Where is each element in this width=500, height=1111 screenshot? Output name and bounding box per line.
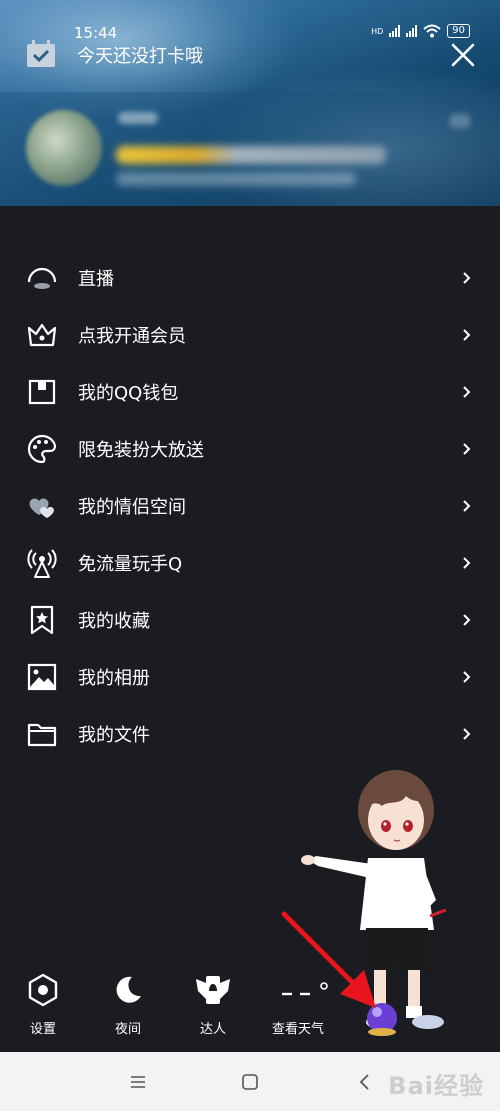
weather-dashes-icon [282,982,328,996]
weather-label: 查看天气 [271,1022,324,1037]
menu-label: 限免装扮大放送 [78,439,204,461]
menu-item-couple[interactable]: 我的情侣空间 [0,477,500,534]
signal-tower-icon [26,547,58,579]
chevron-right-icon [463,442,471,455]
menu-item-wallet[interactable]: 我的QQ钱包 [0,363,500,420]
menu-label: 我的文件 [78,724,150,746]
weather-button[interactable]: 查看天气 [263,970,333,1037]
blurred-nickname [118,112,158,124]
menu-item-freedata[interactable]: 免流量玩手Q [0,534,500,591]
menu-item-album[interactable]: 我的相册 [0,648,500,705]
live-icon [26,262,58,294]
photo-icon [26,661,58,693]
menu-item-dressup[interactable]: 限免装扮大放送 [0,420,500,477]
status-time: 15:44 [74,24,118,42]
menu-item-favorites[interactable]: 我的收藏 [0,591,500,648]
settings-button[interactable]: 设置 [8,970,78,1037]
moon-icon [116,976,141,1003]
wifi-icon [423,24,441,38]
menu-nav-button[interactable] [126,1070,150,1094]
chevron-right-icon [463,727,471,740]
calendar-check-icon[interactable] [26,40,56,68]
settings-label: 设置 [29,1022,56,1037]
battery-icon: 90 [447,24,470,38]
signal-icon [389,25,401,37]
system-nav-bar: Bai经验 [0,1052,500,1111]
baidu-watermark: Bai经验 [388,1072,484,1100]
hamburger-icon [131,1076,145,1088]
chevron-right-icon [463,556,471,569]
menu-label: 我的QQ钱包 [78,382,179,404]
wallet-icon [26,376,58,408]
drawer-menu: 直播 点我开通会员 我的QQ钱包 限免装扮大放送 我的情侣空间 免流量玩手Q 我… [0,249,500,762]
back-nav-button[interactable] [352,1070,376,1094]
daren-button[interactable]: 达人 [178,970,248,1037]
chevron-right-icon [463,271,471,284]
menu-label: 点我开通会员 [78,325,186,347]
menu-item-live[interactable]: 直播 [0,249,500,306]
menu-label: 我的相册 [78,667,150,689]
menu-item-files[interactable]: 我的文件 [0,705,500,762]
night-label: 夜间 [114,1022,141,1037]
palette-icon [26,433,58,465]
menu-label: 我的情侣空间 [78,496,186,518]
signal-icon-2 [406,25,418,37]
daren-label: 达人 [199,1022,226,1037]
blurred-qr [450,114,470,128]
chevron-right-icon [463,670,471,683]
menu-label: 免流量玩手Q [78,553,183,575]
close-icon[interactable] [450,42,476,68]
hd-label: HD [371,26,384,36]
blurred-badges [116,146,386,164]
chevron-right-icon [463,499,471,512]
home-nav-button[interactable] [238,1070,262,1094]
square-home-icon [242,1074,258,1090]
chevron-right-icon [463,328,471,341]
hearts-icon [26,490,58,522]
chevron-right-icon [463,613,471,626]
folder-icon [26,718,58,750]
checkin-prompt[interactable]: 今天还没打卡哦 [77,42,203,68]
bookmark-star-icon [26,604,58,636]
menu-item-vip[interactable]: 点我开通会员 [0,306,500,363]
night-mode-button[interactable]: 夜间 [93,970,163,1037]
winged-badge-icon [196,976,230,1004]
settings-hexagon-icon [28,973,58,1007]
blurred-signature [116,172,356,186]
status-icons: HD 90 [371,24,470,38]
profile-header: 15:44 HD 90 今天还没打卡哦 [0,0,500,206]
chevron-right-icon [463,385,471,398]
avatar[interactable] [26,110,102,186]
menu-label: 直播 [78,268,114,290]
bottom-action-bar: 设置 夜间 达人 查看天气 [0,970,500,1040]
crown-icon [26,319,58,351]
back-chevron-icon [359,1074,369,1090]
menu-label: 我的收藏 [78,610,150,632]
